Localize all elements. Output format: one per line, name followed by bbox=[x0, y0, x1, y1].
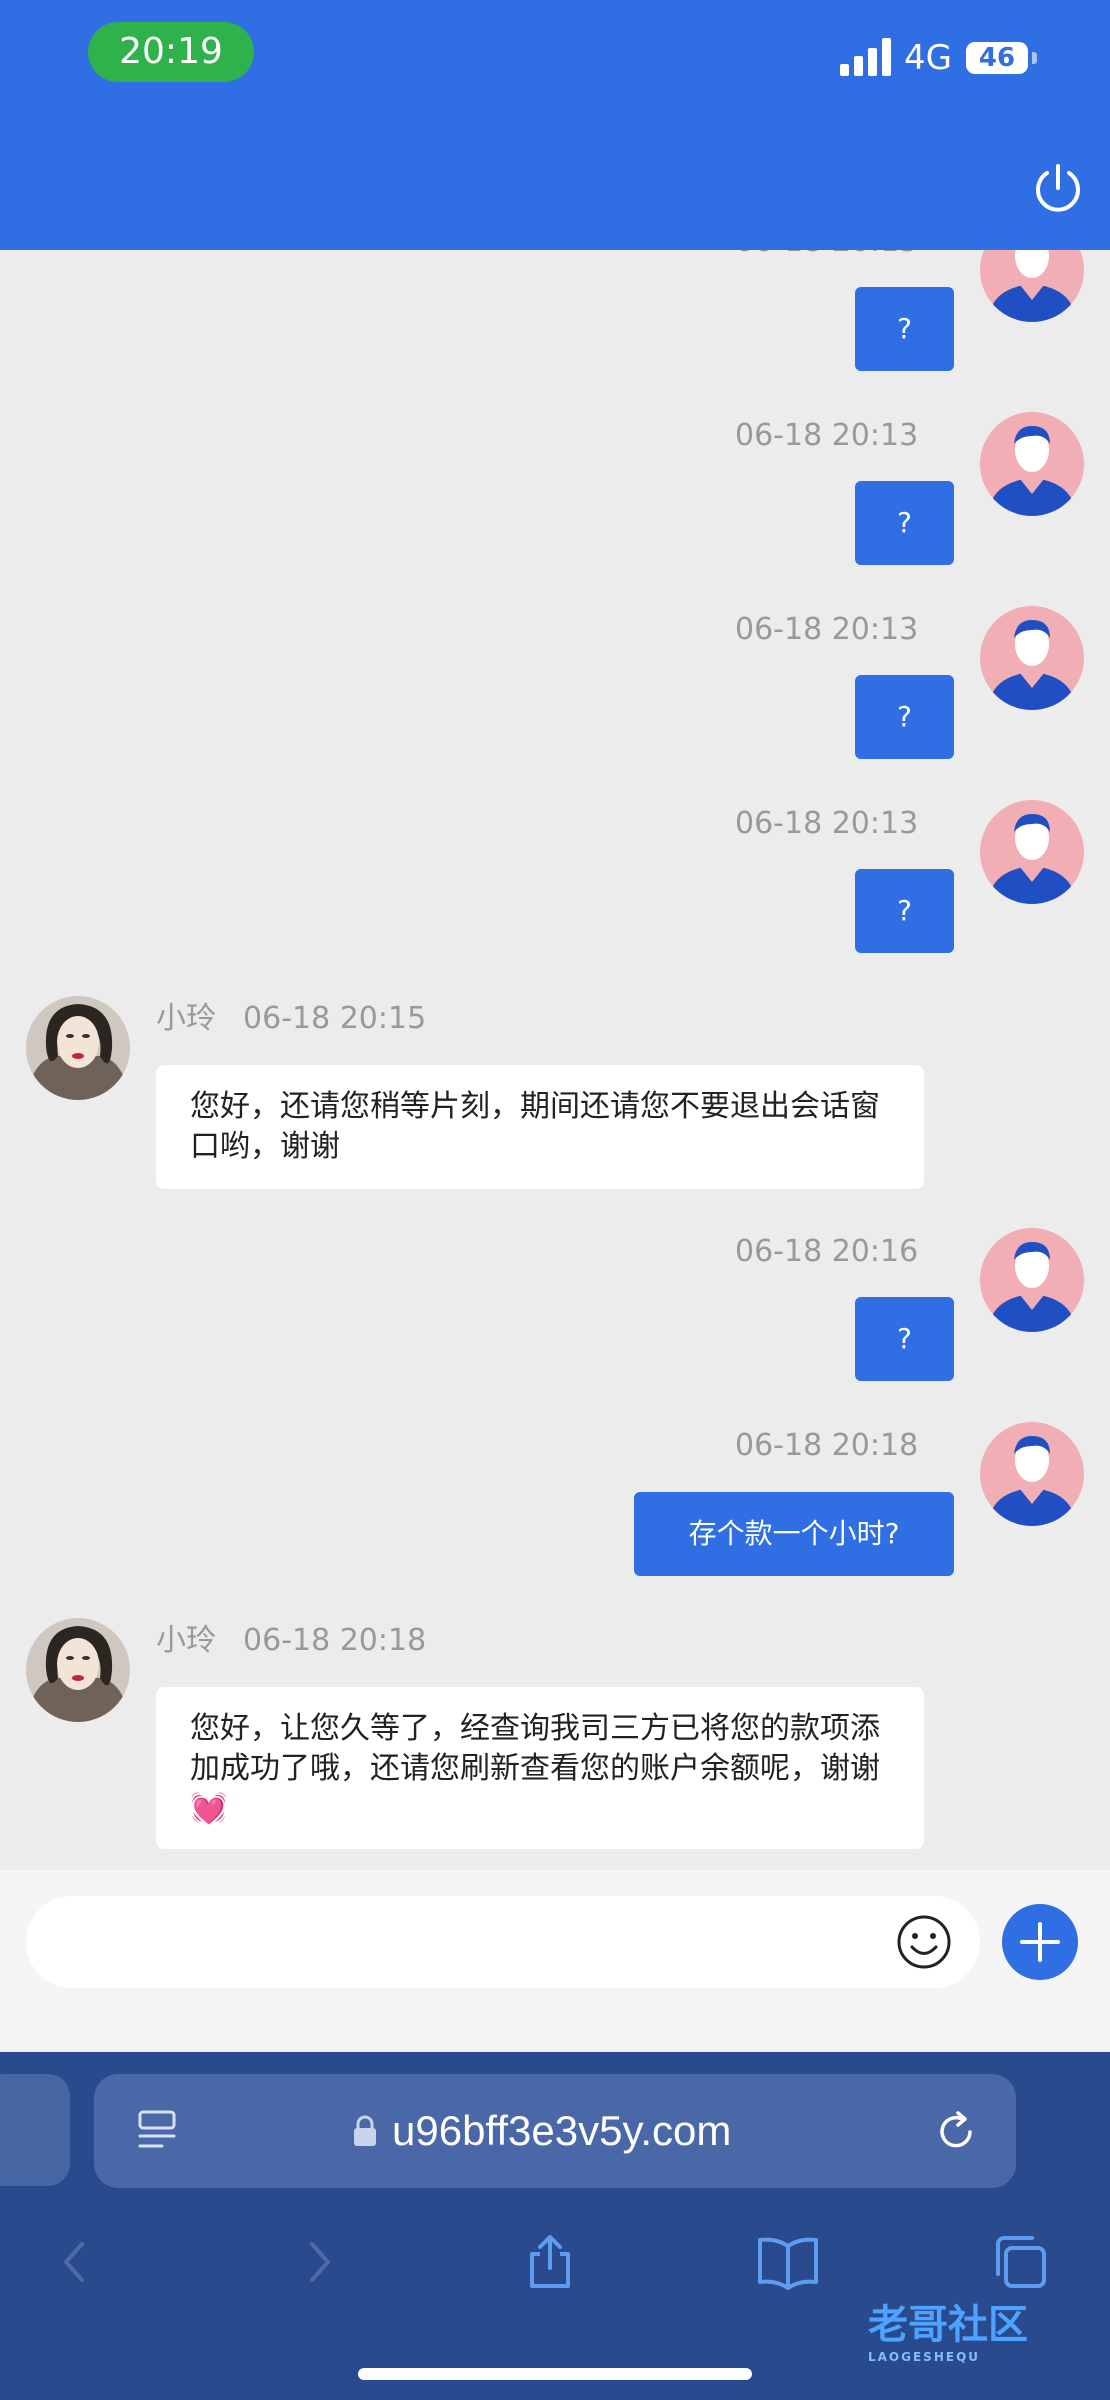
status-time: 20:19 bbox=[88, 22, 254, 82]
back-icon[interactable] bbox=[46, 2232, 106, 2292]
message-time: 06-18 20:13 bbox=[735, 806, 919, 841]
battery-icon: 46 bbox=[966, 42, 1028, 74]
lock-icon bbox=[350, 2114, 380, 2148]
forward-icon[interactable] bbox=[288, 2232, 348, 2292]
emoji-icon[interactable] bbox=[896, 1914, 952, 1970]
url-text: u96bff3e3v5y.com bbox=[392, 2107, 732, 2154]
address-bar[interactable]: u96bff3e3v5y.com bbox=[94, 2074, 1016, 2188]
signal-icon bbox=[840, 38, 892, 76]
message-time: 06-18 20:13 bbox=[735, 418, 919, 453]
message-bubble: ? bbox=[855, 869, 954, 953]
watermark-subtext: LAOGESHEQU bbox=[868, 2350, 981, 2364]
agent-name: 小玲 bbox=[156, 1623, 216, 1658]
agent-avatar bbox=[26, 996, 130, 1100]
user-avatar bbox=[980, 606, 1084, 710]
agent-name: 小玲 bbox=[156, 1001, 216, 1036]
share-icon[interactable] bbox=[520, 2232, 580, 2292]
add-button[interactable] bbox=[1002, 1904, 1078, 1980]
message-bubble: ? bbox=[855, 287, 954, 371]
previous-tab[interactable] bbox=[0, 2074, 70, 2186]
page-menu-icon[interactable] bbox=[136, 2108, 180, 2154]
user-avatar bbox=[980, 412, 1084, 516]
user-avatar bbox=[980, 1228, 1084, 1332]
user-avatar bbox=[980, 800, 1084, 904]
message-time: 06-18 20:18 bbox=[243, 1623, 427, 1658]
message-bubble: ? bbox=[855, 1297, 954, 1381]
agent-avatar bbox=[26, 1618, 130, 1722]
chat-area: 06-18 20:13 ? 06-18 20:13 ? 06-18 20:13 … bbox=[0, 0, 1110, 1870]
battery-cap bbox=[1032, 52, 1037, 64]
app-header: 20:19 4G 46 bbox=[0, 0, 1110, 250]
message-bubble: ? bbox=[855, 481, 954, 565]
message-time: 06-18 20:13 bbox=[735, 612, 919, 647]
message-composer bbox=[0, 1870, 1110, 2050]
watermark-text: 老哥社区 bbox=[868, 2302, 1028, 2348]
tabs-icon[interactable] bbox=[990, 2232, 1050, 2292]
home-indicator[interactable] bbox=[358, 2368, 752, 2380]
message-bubble: ? bbox=[855, 675, 954, 759]
watermark-logo: 老哥社区 LAOGESHEQU bbox=[868, 2300, 1098, 2372]
message-bubble: 您好，让您久等了，经查询我司三方已将您的款项添加成功了哦，还请您刷新查看您的账户… bbox=[156, 1687, 924, 1849]
user-avatar bbox=[980, 1422, 1084, 1526]
reload-icon[interactable] bbox=[934, 2110, 978, 2154]
message-time: 06-18 20:18 bbox=[735, 1428, 919, 1463]
message-input[interactable] bbox=[26, 1896, 980, 1988]
message-time: 06-18 20:15 bbox=[243, 1001, 427, 1036]
message-bubble: 存个款一个小时? bbox=[634, 1492, 954, 1576]
message-time: 06-18 20:16 bbox=[735, 1234, 919, 1269]
bookmarks-icon[interactable] bbox=[756, 2232, 818, 2292]
power-icon[interactable] bbox=[1028, 158, 1088, 218]
network-label: 4G bbox=[904, 38, 952, 78]
message-bubble: 您好，还请您稍等片刻，期间还请您不要退出会话窗口哟，谢谢 bbox=[156, 1065, 924, 1189]
